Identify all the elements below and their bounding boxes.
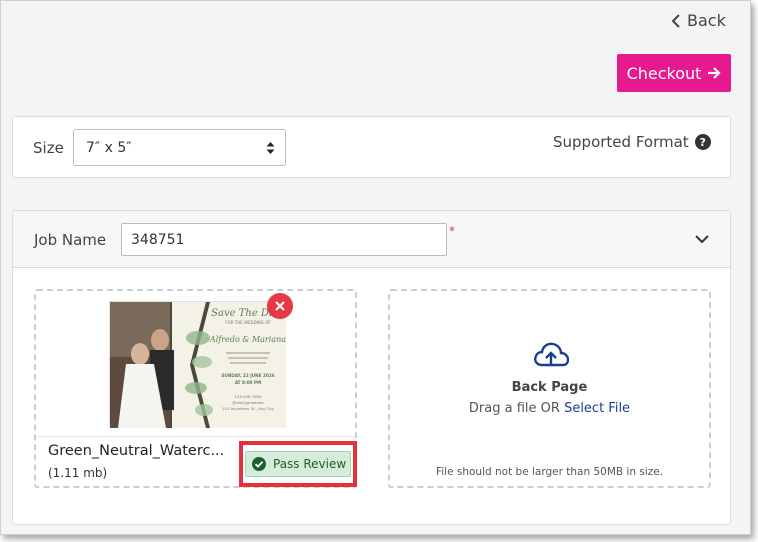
pass-review-badge: Pass Review <box>245 451 351 477</box>
back-link[interactable]: Back <box>671 11 726 30</box>
job-name-label: Job Name <box>34 231 107 249</box>
preview-address: 123 Anywhere St., Any City <box>222 406 275 411</box>
drag-instructions: Drag a file OR Select File <box>390 401 709 416</box>
check-circle-icon <box>252 457 266 471</box>
invitation-preview-image: Save The Date FOR THE WEDDING OF Alfredo… <box>109 301 286 428</box>
size-label: Size <box>33 139 64 157</box>
size-panel: Size 7″ x 5″ Supported Format ? <box>12 116 731 178</box>
preview-date: SUNDAY, 22 JUNE 2026 <box>221 373 274 378</box>
file-size: (1.11 mb) <box>48 466 108 480</box>
file-name: Green_Neutral_Waterc... <box>48 443 225 459</box>
preview-subtitle: FOR THE WEDDING OF <box>225 320 271 325</box>
supported-format[interactable]: Supported Format ? <box>553 133 711 151</box>
front-page-card: Save The Date FOR THE WEDDING OF Alfredo… <box>34 289 357 488</box>
checkout-button[interactable]: Checkout <box>617 54 731 92</box>
remove-file-button[interactable] <box>267 293 293 319</box>
file-size-limit-text: File should not be larger than 50MB in s… <box>435 466 664 478</box>
cloud-upload-icon <box>534 342 569 367</box>
job-header: Job Name * <box>13 211 730 268</box>
size-selected-value: 7″ x 5″ <box>86 139 132 156</box>
back-page-title: Back Page <box>511 380 588 395</box>
arrow-right-icon <box>708 67 721 79</box>
up-down-arrows-icon <box>266 142 275 154</box>
close-icon <box>275 301 285 311</box>
back-label: Back <box>687 11 726 30</box>
preview-names: Alfredo & Mariana <box>209 335 286 344</box>
question-circle-icon[interactable]: ? <box>694 134 711 150</box>
checkout-label: Checkout <box>626 63 702 83</box>
preview-time: AT 8:00 PM <box>235 380 261 385</box>
preview-handle: @reallygreatsite <box>232 400 264 405</box>
supported-format-label: Supported Format <box>553 133 689 151</box>
drag-text: Drag a file OR <box>468 401 560 416</box>
job-panel: Job Name * <box>12 210 731 525</box>
preview-area: Save The Date FOR THE WEDDING OF Alfredo… <box>36 291 355 437</box>
preview-contact: 123-456-7890 <box>235 394 262 399</box>
size-select[interactable]: 7″ x 5″ <box>73 129 286 166</box>
job-name-input[interactable] <box>121 223 447 256</box>
back-page-dropzone[interactable]: Back Page Drag a file OR Select File Fil… <box>388 289 711 488</box>
app-window: Back Checkout Size 7″ x 5″ Supported For… <box>0 0 751 535</box>
chevron-down-icon[interactable] <box>694 233 710 245</box>
chevron-left-icon <box>671 13 680 28</box>
pass-review-label: Pass Review <box>273 457 347 471</box>
invitation-artwork: Save The Date FOR THE WEDDING OF Alfredo… <box>110 302 286 428</box>
required-marker: * <box>449 224 455 238</box>
select-file-link[interactable]: Select File <box>564 401 630 416</box>
